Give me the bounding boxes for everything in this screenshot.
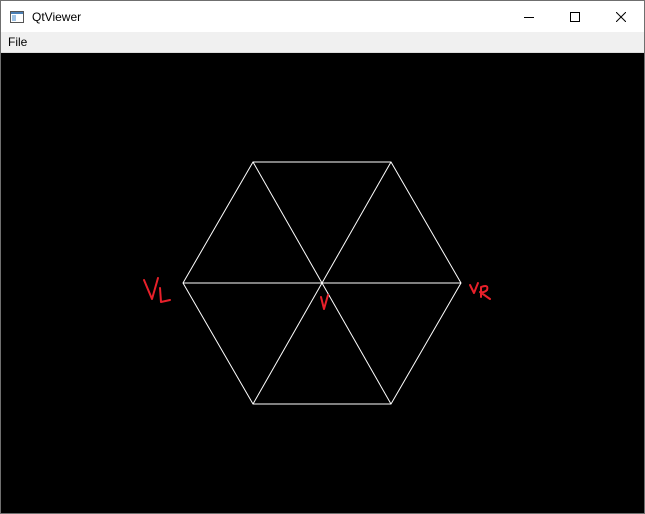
annotation-vr: [469, 282, 491, 300]
app-window: QtViewer File: [0, 0, 645, 514]
menu-file[interactable]: File: [2, 32, 33, 52]
hexagon-mesh: [182, 161, 462, 405]
maximize-icon: [570, 11, 580, 22]
maximize-button[interactable]: [552, 1, 598, 32]
minimize-button[interactable]: [506, 1, 552, 32]
mesh-canvas: [143, 161, 491, 405]
minimize-icon: [524, 16, 534, 18]
render-viewport[interactable]: [1, 53, 644, 513]
close-icon: [616, 11, 626, 22]
app-window-icon: [10, 10, 24, 23]
window-title: QtViewer: [32, 10, 82, 24]
menu-bar: File: [1, 32, 644, 53]
annotation-v: [320, 294, 329, 310]
close-button[interactable]: [598, 1, 644, 32]
title-bar[interactable]: QtViewer: [1, 1, 644, 32]
annotation-vl: [143, 277, 171, 303]
